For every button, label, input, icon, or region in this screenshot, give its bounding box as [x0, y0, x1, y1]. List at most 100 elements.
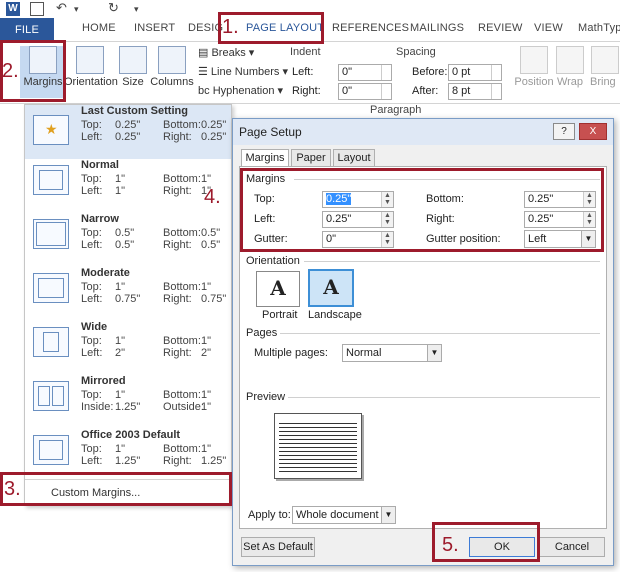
value-label: Outside: [163, 401, 204, 413]
wrap-text-button[interactable]: Wrap [556, 46, 584, 88]
annotation-number-2: 2. [2, 60, 19, 82]
value-label: Right: [163, 347, 192, 359]
orientation-icon [76, 46, 104, 74]
undo-icon[interactable]: ↶ [56, 1, 70, 16]
value-label: Top: [81, 443, 102, 455]
undo-dropdown-icon[interactable]: ▾ [74, 2, 88, 16]
tab-mailings[interactable]: MAILINGS [410, 22, 464, 34]
line-numbers-button[interactable]: ☰ Line Numbers ▾ [198, 65, 288, 78]
tab-margins[interactable]: Margins [241, 149, 289, 167]
tab-view[interactable]: VIEW [534, 22, 563, 34]
spacing-after-input[interactable]: 8 pt [448, 83, 502, 100]
narrow-margins-icon [33, 219, 69, 249]
columns-label: Columns [150, 76, 194, 88]
menu-item-last-custom[interactable]: ★ Last Custom Setting Top: 0.25" Bottom:… [25, 105, 231, 159]
save-icon[interactable] [30, 2, 44, 16]
help-button[interactable]: ? [553, 123, 575, 140]
indent-left-label: Left: [292, 66, 314, 78]
hyphenation-label: Hyphenation [212, 85, 275, 97]
orientation-button[interactable]: Orientation [64, 46, 118, 88]
hyphenation-button[interactable]: bc Hyphenation ▾ [198, 84, 283, 97]
mirrored-margins-icon [33, 381, 69, 411]
columns-button[interactable]: Columns [150, 46, 194, 88]
size-button[interactable]: Size [118, 46, 148, 88]
value-label: Top: [81, 227, 102, 239]
position-button[interactable]: Position [514, 46, 554, 88]
menu-item-mirrored[interactable]: Mirrored Top: 1" Bottom: 1" Inside: 1.25… [25, 375, 231, 429]
value: 1" [115, 173, 126, 185]
value: 1" [115, 185, 126, 197]
value-label: Inside: [81, 401, 114, 413]
word-logo-icon: W [6, 2, 20, 16]
value: 0.25" [115, 119, 141, 131]
menu-item-title: Normal [81, 159, 119, 171]
menu-item-moderate[interactable]: Moderate Top: 1" Bottom: 1" Left: 0.75" … [25, 267, 231, 321]
menu-item-narrow[interactable]: Narrow Top: 0.5" Bottom: 0.5" Left: 0.5"… [25, 213, 231, 267]
portrait-icon[interactable]: A [256, 271, 300, 307]
apply-to-label: Apply to: [248, 509, 291, 521]
dropdown-icon: ▾ [279, 66, 288, 78]
tab-review[interactable]: REVIEW [478, 22, 523, 34]
close-button[interactable]: X [579, 123, 607, 140]
value-label: Bottom: [163, 227, 201, 239]
value: 0.75" [115, 293, 141, 305]
last-custom-star-icon: ★ [33, 115, 69, 145]
tab-file[interactable]: FILE [0, 18, 54, 42]
spacing-before-input[interactable]: 0 pt [448, 64, 502, 81]
value: 1" [201, 281, 212, 293]
tab-insert[interactable]: INSERT [134, 22, 175, 34]
wrap-text-icon [556, 46, 584, 74]
customize-quick-access-icon[interactable]: ▾ [134, 2, 148, 16]
value-label: Bottom: [163, 281, 201, 293]
menu-item-title: Mirrored [81, 375, 126, 387]
value: 1" [201, 173, 212, 185]
spacing-label: Spacing [396, 46, 436, 58]
landscape-icon[interactable]: A [308, 269, 354, 307]
value: 0.5" [201, 227, 221, 239]
value: 2" [115, 347, 126, 359]
moderate-margins-icon [33, 273, 69, 303]
dropdown-icon: ▾ [274, 85, 284, 97]
value-label: Bottom: [163, 173, 201, 185]
value-label: Top: [81, 173, 102, 185]
value-label: Left: [81, 239, 103, 251]
value-label: Top: [81, 119, 102, 131]
value-label: Top: [81, 389, 102, 401]
value-label: Right: [163, 293, 192, 305]
value: 1.25" [115, 455, 141, 467]
spacing-after-label: After: [412, 85, 439, 97]
tab-paper[interactable]: Paper [291, 149, 331, 167]
annotation-number-3: 3. [4, 478, 21, 500]
bring-forward-button[interactable]: Bring [590, 46, 620, 88]
apply-to-select[interactable]: Whole document ▼ [292, 506, 396, 524]
value: 0.75" [201, 293, 227, 305]
bring-forward-icon [591, 46, 619, 74]
value: 2" [201, 347, 212, 359]
value-label: Bottom: [163, 389, 201, 401]
wide-margins-icon [33, 327, 69, 357]
menu-item-normal[interactable]: Normal Top: 1" Bottom: 1" Left: 1" Right… [25, 159, 231, 213]
tab-home[interactable]: HOME [82, 22, 116, 34]
value: 1" [201, 389, 212, 401]
orientation-section-label: Orientation [246, 255, 300, 267]
value-label: Right: [163, 239, 192, 251]
menu-item-title: Office 2003 Default [81, 429, 181, 441]
line-numbers-icon: ☰ [198, 66, 211, 78]
set-as-default-button[interactable]: Set As Default [241, 537, 315, 557]
value-label: Left: [81, 293, 103, 305]
tab-layout[interactable]: Layout [333, 149, 375, 167]
dropdown-icon: ▾ [245, 47, 255, 59]
tab-references[interactable]: REFERENCES [332, 22, 409, 34]
value-label: Right: [163, 131, 192, 143]
tab-mathtype[interactable]: MathTyp [578, 22, 620, 34]
breaks-label: Breaks [211, 47, 246, 59]
cancel-button[interactable]: Cancel [539, 537, 605, 557]
value: 0.5" [201, 239, 221, 251]
multiple-pages-select[interactable]: Normal ▼ [342, 344, 442, 362]
value-label: Bottom: [163, 443, 201, 455]
indent-right-input[interactable]: 0" [338, 83, 392, 100]
menu-item-wide[interactable]: Wide Top: 1" Bottom: 1" Left: 2" Right: … [25, 321, 231, 375]
redo-icon[interactable]: ↻ [108, 1, 122, 16]
breaks-button[interactable]: ▤ Breaks ▾ [198, 46, 254, 59]
indent-left-input[interactable]: 0" [338, 64, 392, 81]
